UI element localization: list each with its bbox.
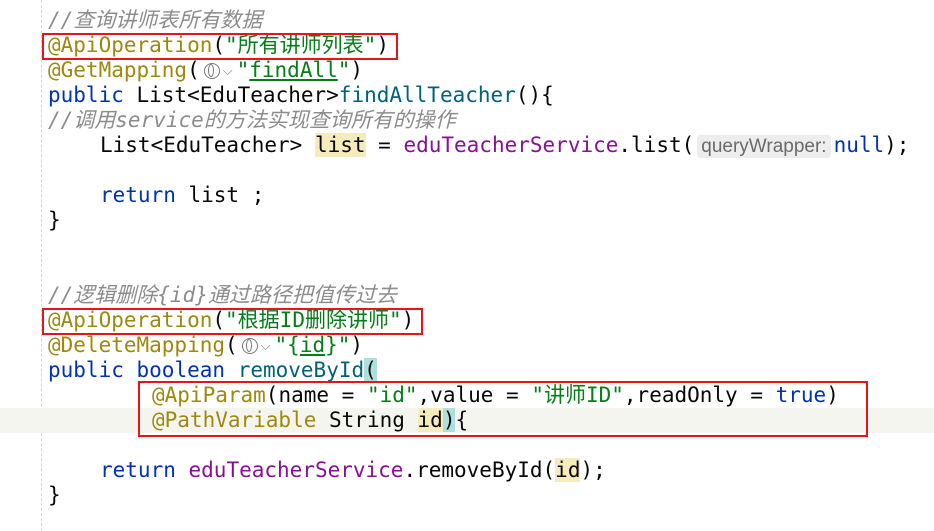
comment: //逻辑删除{id}通过路径把值传过去 bbox=[48, 283, 397, 307]
globe-icon[interactable] bbox=[203, 63, 220, 79]
code-line-1: //查询讲师表所有数据 bbox=[48, 8, 262, 33]
annotation: @GetMapping bbox=[48, 58, 188, 82]
code-line-3: @GetMapping(⌵ "findAll") bbox=[48, 58, 363, 83]
operator: = bbox=[365, 133, 404, 157]
chevron-down-icon[interactable]: ⌵ bbox=[261, 334, 271, 359]
comment: //查询讲师表所有数据 bbox=[48, 8, 263, 32]
paren: ); bbox=[580, 458, 606, 482]
string-quote: }" bbox=[325, 333, 351, 357]
brace: } bbox=[48, 483, 61, 507]
code-line-20: } bbox=[48, 483, 61, 508]
field: eduTeacherService bbox=[188, 458, 404, 482]
comment: //调用service的方法实现查询所有的操作 bbox=[48, 108, 456, 132]
url-path[interactable]: findAll bbox=[249, 58, 338, 82]
code-line-15: public boolean removeById( bbox=[48, 358, 377, 383]
paren: ) bbox=[350, 58, 364, 82]
chevron-down-icon[interactable]: ⌵ bbox=[223, 59, 233, 84]
return-type: List<EduTeacher> bbox=[123, 83, 339, 107]
brace: } bbox=[48, 208, 61, 232]
code-line-14: @DeleteMapping( ⌵ "{id}") bbox=[48, 333, 363, 358]
globe-icon[interactable] bbox=[241, 338, 258, 354]
paren-match: ( bbox=[364, 358, 377, 382]
code-line-9: } bbox=[48, 208, 61, 233]
highlight-box bbox=[42, 308, 423, 335]
paren: ( bbox=[225, 333, 238, 357]
method-call: .list( bbox=[618, 133, 695, 157]
paren: ); bbox=[884, 133, 910, 157]
string-quote: " bbox=[337, 58, 351, 82]
type: List<EduTeacher> bbox=[100, 133, 315, 157]
paren: ( bbox=[187, 58, 200, 82]
keyword: public bbox=[48, 83, 124, 107]
highlight-box bbox=[138, 381, 868, 437]
keyword: return bbox=[100, 458, 176, 482]
code-line-6: List<EduTeacher> list = eduTeacherServic… bbox=[100, 133, 909, 158]
code-line-4: public List<EduTeacher>findAllTeacher(){ bbox=[48, 83, 554, 108]
variable: id bbox=[555, 458, 581, 482]
code-line-19: return eduTeacherService.removeById(id); bbox=[100, 458, 606, 483]
keyword: boolean bbox=[136, 358, 226, 382]
paren: (){ bbox=[515, 83, 554, 107]
method-call: .removeById( bbox=[403, 458, 556, 482]
code-line-8: return list ; bbox=[100, 183, 264, 208]
keyword: return bbox=[100, 183, 176, 207]
string-quote: "{ bbox=[274, 333, 300, 357]
code-editor[interactable]: //查询讲师表所有数据 @ApiOperation("所有讲师列表") @Get… bbox=[0, 0, 934, 531]
highlight-box bbox=[42, 33, 398, 60]
statement: list ; bbox=[175, 183, 265, 207]
keyword: public bbox=[48, 358, 124, 382]
method-name: findAllTeacher bbox=[338, 83, 516, 107]
annotation: @DeleteMapping bbox=[48, 333, 226, 357]
keyword: null bbox=[833, 133, 885, 157]
paren: ) bbox=[350, 333, 364, 357]
indent-guide bbox=[41, 0, 42, 531]
code-line-12: //逻辑删除{id}通过路径把值传过去 bbox=[48, 283, 397, 308]
url-path[interactable]: id bbox=[300, 333, 325, 357]
variable: list bbox=[314, 133, 366, 157]
code-line-5: //调用service的方法实现查询所有的操作 bbox=[48, 108, 456, 133]
field: eduTeacherService bbox=[403, 133, 619, 157]
parameter-hint: queryWrapper: bbox=[697, 135, 831, 158]
method-name: removeById bbox=[237, 358, 365, 382]
string-quote: " bbox=[236, 58, 250, 82]
